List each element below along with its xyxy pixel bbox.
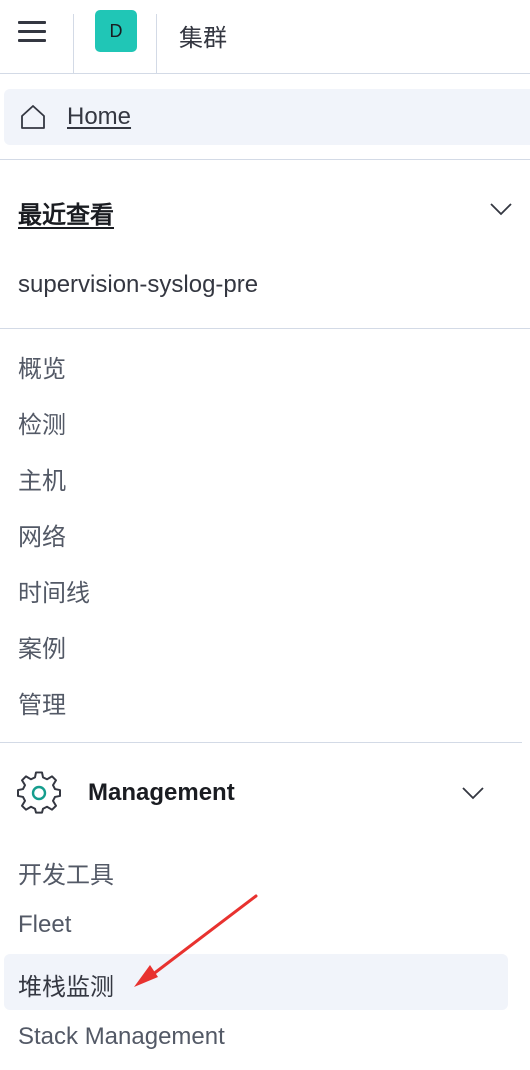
header-divider (73, 14, 74, 74)
nav-item-administration[interactable]: 管理 (18, 685, 66, 720)
breadcrumb[interactable]: 集群 (179, 18, 227, 53)
nav-item-cases[interactable]: 案例 (18, 629, 66, 664)
nav-item-network[interactable]: 网络 (18, 517, 66, 552)
nav-item-hosts[interactable]: 主机 (18, 461, 66, 496)
gear-icon (17, 771, 61, 814)
divider (0, 328, 530, 329)
nav-item-timelines[interactable]: 时间线 (18, 573, 90, 608)
recently-viewed-title[interactable]: 最近查看 (18, 195, 114, 230)
header-bar: D 集群 (0, 0, 530, 74)
divider (0, 159, 530, 160)
divider (0, 742, 522, 743)
nav-item-stack-management[interactable]: Stack Management (18, 1023, 225, 1051)
home-icon (21, 105, 45, 129)
recent-item[interactable]: supervision-syslog-pre (18, 271, 258, 299)
nav-item-overview[interactable]: 概览 (18, 349, 66, 384)
menu-icon[interactable] (18, 21, 46, 43)
management-title[interactable]: Management (88, 779, 235, 807)
space-avatar[interactable]: D (95, 10, 137, 52)
nav-item-stack-monitoring[interactable]: 堆栈监测 (18, 967, 114, 1002)
annotation-arrow (134, 894, 258, 987)
nav-item-dev-tools[interactable]: 开发工具 (18, 855, 114, 890)
header-divider (156, 14, 157, 74)
home-label: Home (67, 103, 132, 130)
nav-item-detections[interactable]: 检测 (18, 405, 66, 440)
chevron-down-icon[interactable] (460, 784, 486, 802)
nav-item-fleet[interactable]: Fleet (18, 911, 71, 939)
chevron-down-icon[interactable] (488, 200, 514, 218)
home-link[interactable]: Home (4, 89, 530, 145)
